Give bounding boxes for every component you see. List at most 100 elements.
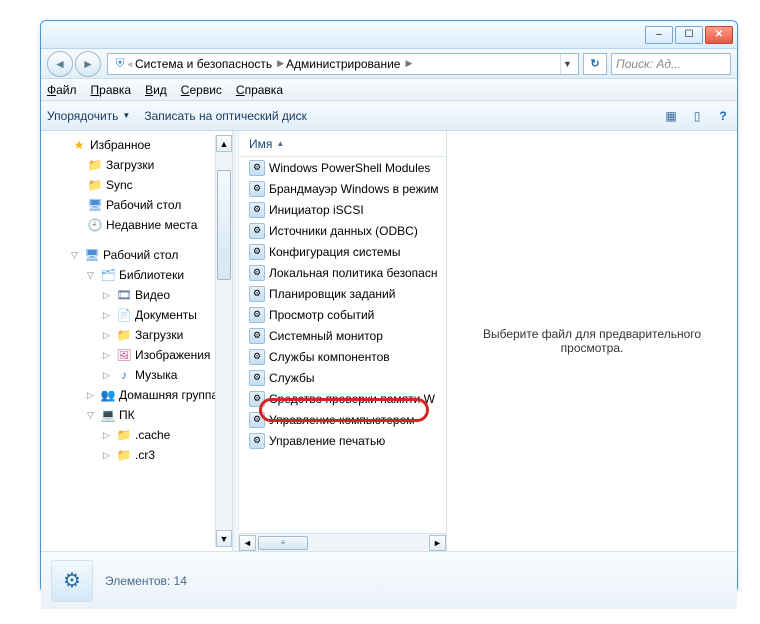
file-item[interactable]: ⚙Инициатор iSCSI: [239, 199, 446, 220]
address-dropdown[interactable]: ▼: [560, 54, 574, 74]
sidebar-label: .cache: [135, 428, 170, 442]
sidebar-item-videos[interactable]: ▷🎞Видео: [41, 285, 232, 305]
sidebar-item-computer[interactable]: ▽💻ПК: [41, 405, 232, 425]
shortcut-icon: ⚙: [249, 160, 265, 176]
file-item[interactable]: ⚙Службы: [239, 367, 446, 388]
sidebar-item-desktop-fav[interactable]: 🖥Рабочий стол: [41, 195, 232, 215]
expand-icon[interactable]: ▷: [103, 290, 113, 301]
expand-icon[interactable]: ▷: [103, 310, 113, 321]
file-item[interactable]: ⚙Управление компьютером: [239, 409, 446, 430]
sidebar-scrollbar[interactable]: ▲ ▼: [215, 135, 232, 547]
collapse-icon[interactable]: ▽: [87, 270, 97, 281]
column-label: Имя: [249, 137, 272, 151]
sidebar-item-sync[interactable]: 📁Sync: [41, 175, 232, 195]
expand-icon[interactable]: ▷: [103, 330, 113, 341]
music-icon: ♪: [116, 368, 132, 382]
preview-placeholder: Выберите файл для предварительного просм…: [457, 327, 727, 355]
sidebar-label: .cr3: [135, 448, 155, 462]
preview-pane-button[interactable]: ▯: [689, 108, 705, 124]
maximize-button[interactable]: ☐: [675, 26, 703, 44]
refresh-button[interactable]: ↻: [583, 53, 607, 75]
file-item[interactable]: ⚙Службы компонентов: [239, 346, 446, 367]
expand-icon[interactable]: ▷: [103, 430, 113, 441]
crumb-separator: ▶: [405, 58, 412, 69]
minimize-button[interactable]: –: [645, 26, 673, 44]
close-button[interactable]: ✕: [705, 26, 733, 44]
expand-icon[interactable]: ▷: [87, 390, 97, 401]
file-item[interactable]: ⚙Источники данных (ODBC): [239, 220, 446, 241]
organize-label: Упорядочить: [47, 109, 118, 123]
sidebar-item-cache[interactable]: ▷📁.cache: [41, 425, 232, 445]
sidebar-label: Sync: [106, 178, 133, 192]
search-input[interactable]: Поиск: Ад...: [611, 53, 731, 75]
folder-icon: 📁: [116, 428, 132, 442]
sidebar-label: Загрузки: [135, 328, 183, 342]
file-name: Брандмауэр Windows в режим: [269, 182, 439, 196]
scroll-down-button[interactable]: ▼: [216, 530, 232, 547]
scroll-thumb[interactable]: [217, 170, 231, 280]
sidebar-item-libraries[interactable]: ▽🗂Библиотеки: [41, 265, 232, 285]
file-name: Планировщик заданий: [269, 287, 395, 301]
scroll-left-button[interactable]: ◄: [239, 535, 256, 551]
shortcut-icon: ⚙: [249, 349, 265, 365]
library-icon: 🗂: [100, 268, 116, 282]
file-item[interactable]: ⚙Windows PowerShell Modules: [239, 157, 446, 178]
sidebar-item-downloads[interactable]: 📁Загрузки: [41, 155, 232, 175]
view-mode-button[interactable]: ▦: [663, 108, 679, 124]
menu-edit[interactable]: Правка: [91, 83, 132, 97]
horizontal-scrollbar[interactable]: ◄ ≡ ►: [239, 533, 446, 551]
sidebar-item-recent[interactable]: 🕘Недавние места: [41, 215, 232, 235]
sidebar-label: Рабочий стол: [106, 198, 181, 212]
content-area: Имя ▲ ⚙Windows PowerShell Modules⚙Брандм…: [239, 131, 737, 551]
file-item[interactable]: ⚙Системный монитор: [239, 325, 446, 346]
file-item[interactable]: ⚙Брандмауэр Windows в режим: [239, 178, 446, 199]
expand-icon[interactable]: ▷: [103, 450, 113, 461]
menu-file[interactable]: Файл: [47, 83, 77, 97]
shortcut-icon: ⚙: [249, 244, 265, 260]
breadcrumb-admin[interactable]: Администрирование: [284, 57, 405, 71]
breadcrumb-system[interactable]: Система и безопасность: [133, 57, 277, 71]
menu-view[interactable]: Вид: [145, 83, 167, 97]
address-field[interactable]: ⛨ « Система и безопасность ▶ Администрир…: [107, 53, 579, 75]
crumb-separator: ▶: [277, 58, 284, 69]
sidebar-item-music[interactable]: ▷♪Музыка: [41, 365, 232, 385]
expand-icon[interactable]: ▷: [103, 350, 113, 361]
column-header-name[interactable]: Имя ▲: [239, 131, 446, 157]
shortcut-icon: ⚙: [249, 202, 265, 218]
file-item[interactable]: ⚙Просмотр событий: [239, 304, 446, 325]
sidebar-item-homegroup[interactable]: ▷👥Домашняя группа: [41, 385, 232, 405]
back-button[interactable]: ◄: [47, 51, 73, 77]
nav-pane: ★Избранное 📁Загрузки 📁Sync 🖥Рабочий стол…: [41, 131, 233, 551]
file-item[interactable]: ⚙Управление печатью: [239, 430, 446, 451]
menu-tools[interactable]: Сервис: [181, 83, 222, 97]
scroll-thumb[interactable]: ≡: [258, 536, 308, 550]
collapse-icon[interactable]: ▽: [71, 250, 81, 261]
sort-indicator-icon: ▲: [276, 139, 284, 148]
forward-button[interactable]: ►: [75, 51, 101, 77]
status-text: Элементов: 14: [105, 574, 187, 588]
expand-icon[interactable]: ▷: [103, 370, 113, 381]
file-item[interactable]: ⚙Локальная политика безопасн: [239, 262, 446, 283]
sidebar-item-favorites[interactable]: ★Избранное: [41, 135, 232, 155]
help-button[interactable]: ?: [715, 108, 731, 124]
folder-icon: 📁: [87, 178, 103, 192]
file-item[interactable]: ⚙Конфигурация системы: [239, 241, 446, 262]
scroll-right-button[interactable]: ►: [429, 535, 446, 551]
sidebar-item-documents[interactable]: ▷📄Документы: [41, 305, 232, 325]
shortcut-icon: ⚙: [249, 433, 265, 449]
burn-button[interactable]: Записать на оптический диск: [144, 109, 307, 123]
file-name: Источники данных (ODBC): [269, 224, 418, 238]
sidebar-label: Документы: [135, 308, 197, 322]
file-item[interactable]: ⚙Средство проверки памяти W: [239, 388, 446, 409]
sidebar-item-cr3[interactable]: ▷📁.cr3: [41, 445, 232, 465]
organize-button[interactable]: Упорядочить ▼: [47, 109, 130, 123]
file-item[interactable]: ⚙Планировщик заданий: [239, 283, 446, 304]
sidebar-item-pictures[interactable]: ▷🖼Изображения: [41, 345, 232, 365]
menu-help[interactable]: Справка: [236, 83, 283, 97]
sidebar-item-desktop-root[interactable]: ▽🖥Рабочий стол: [41, 245, 232, 265]
collapse-icon[interactable]: ▽: [87, 410, 97, 421]
scroll-up-button[interactable]: ▲: [216, 135, 232, 152]
sidebar-label: Загрузки: [106, 158, 154, 172]
sidebar-label: Домашняя группа: [119, 388, 218, 402]
sidebar-item-downloads2[interactable]: ▷📁Загрузки: [41, 325, 232, 345]
